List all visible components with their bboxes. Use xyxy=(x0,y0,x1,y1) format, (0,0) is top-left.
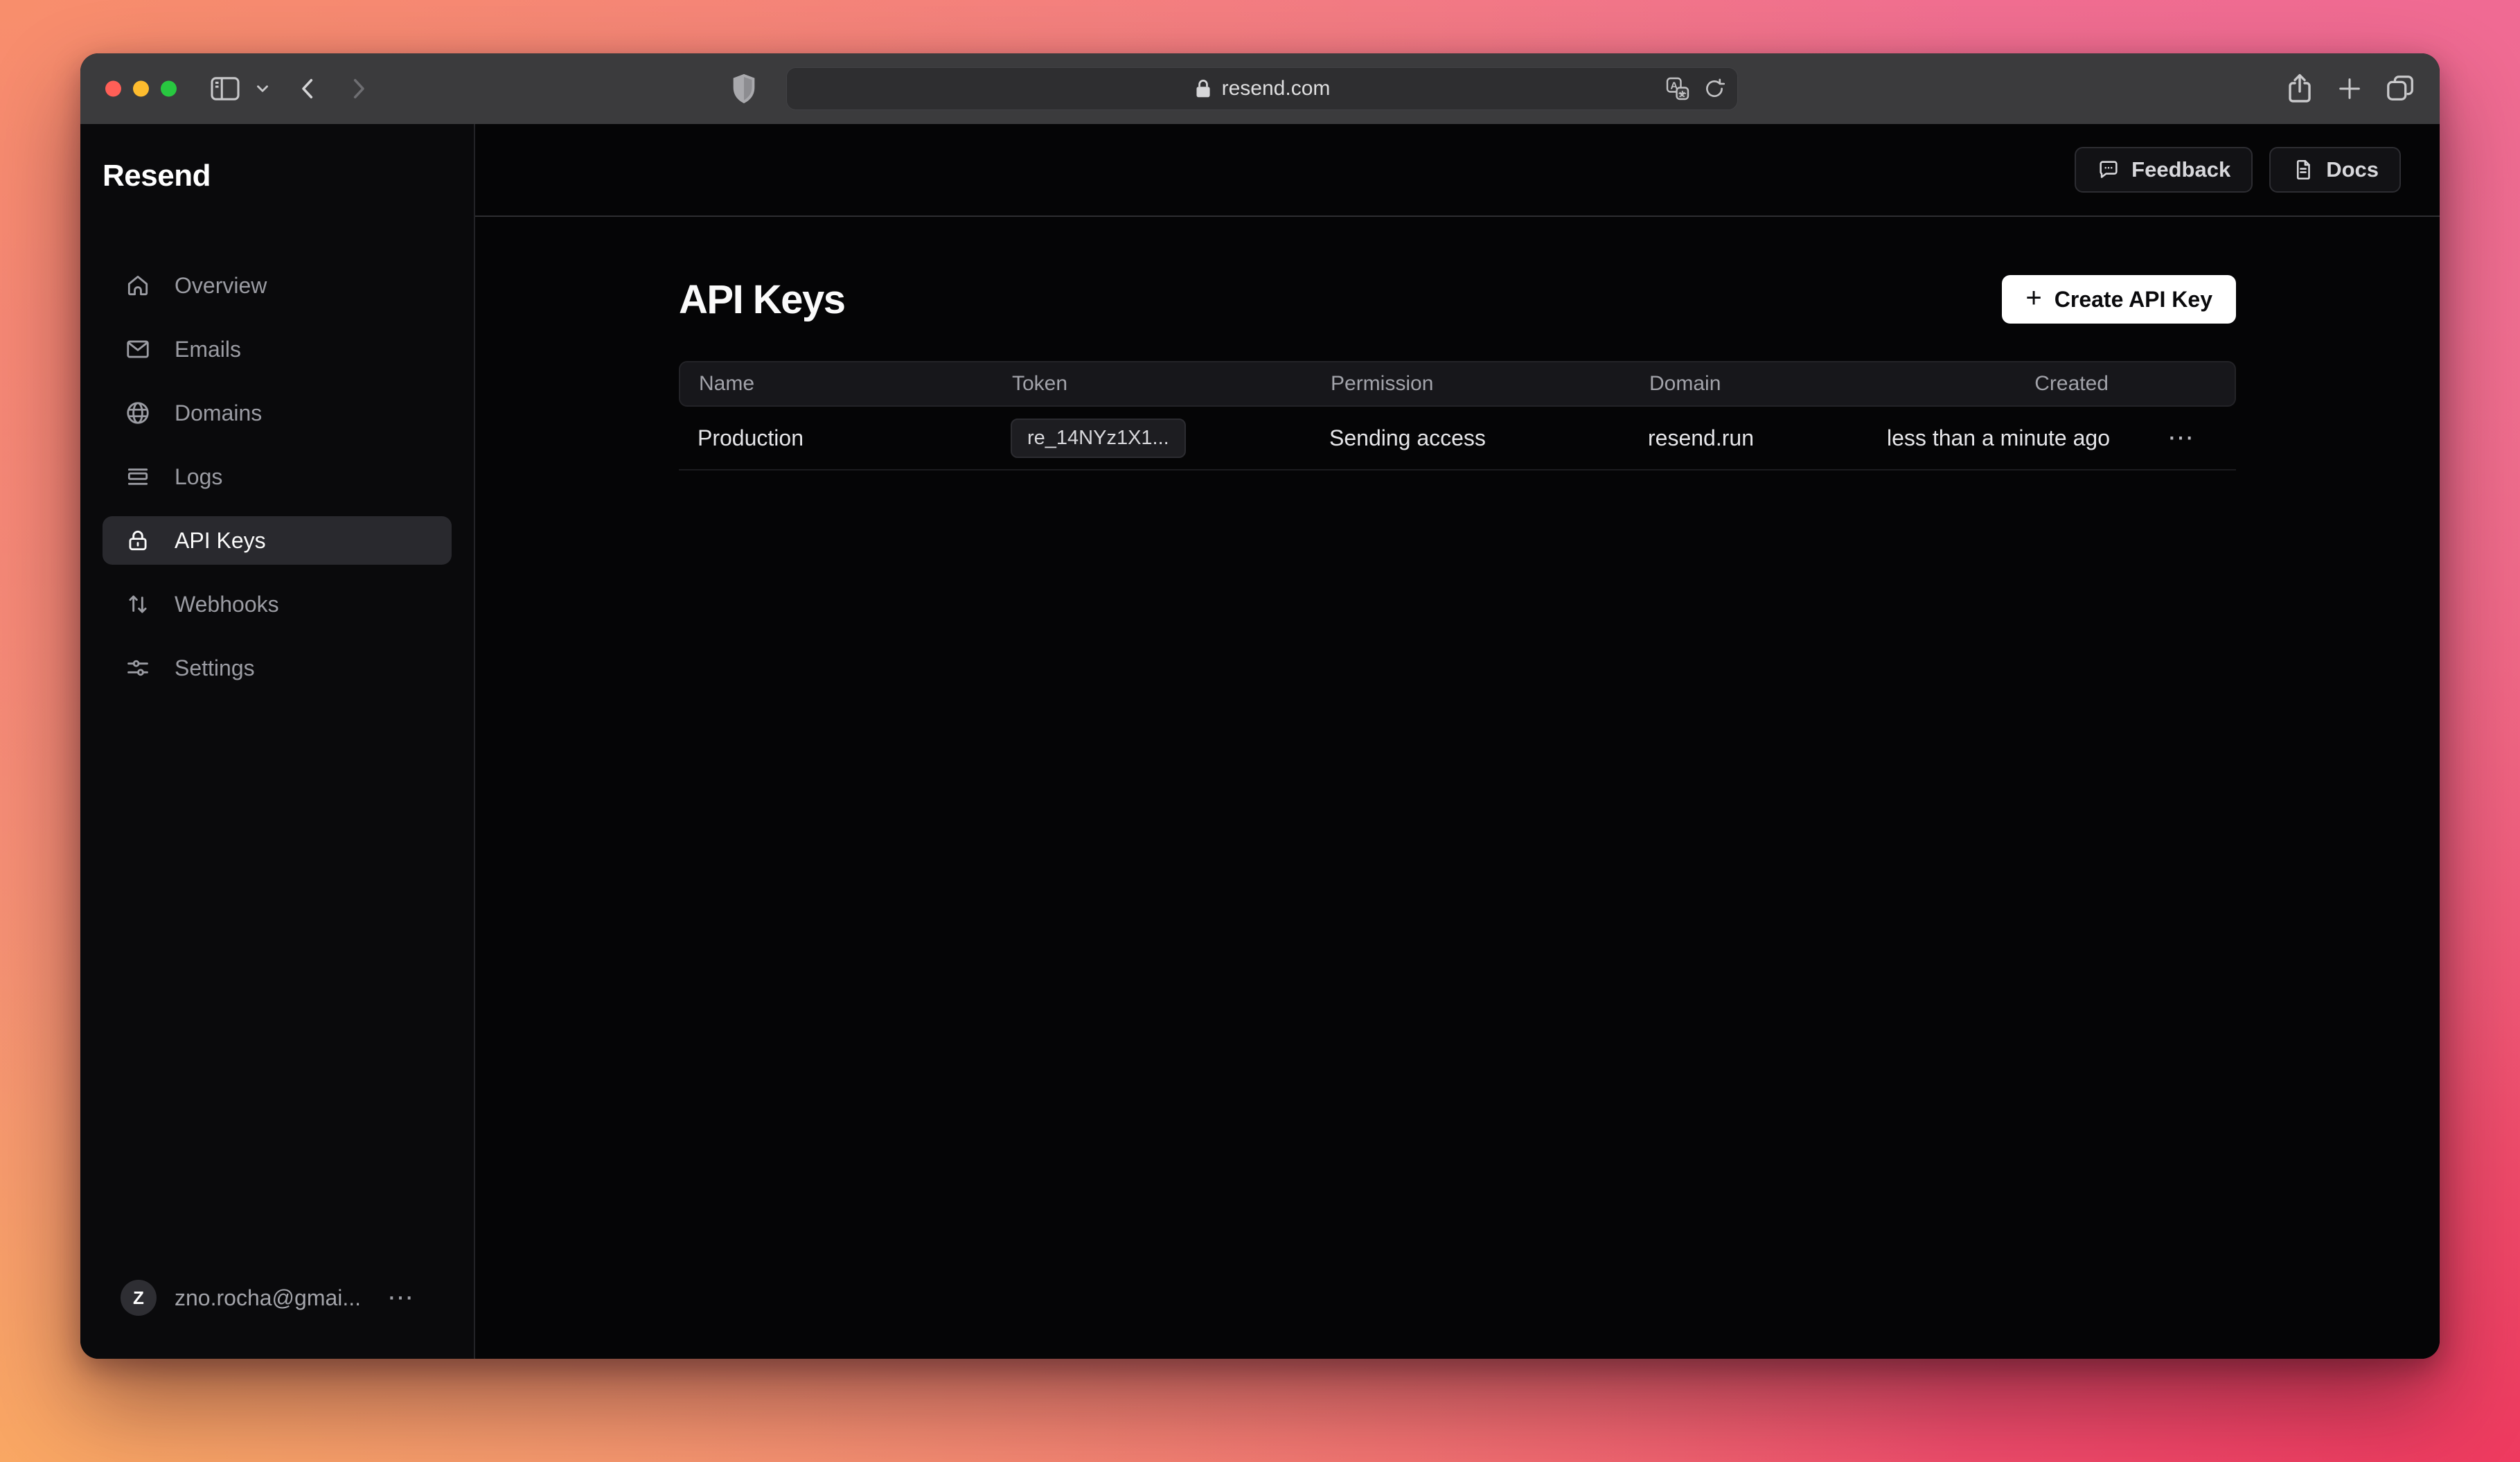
sidebar-item-label: Settings xyxy=(175,655,255,681)
page-title: API Keys xyxy=(679,276,844,323)
docs-button[interactable]: Docs xyxy=(2269,147,2401,193)
table-row: Production re_14NYz1X1... Sending access… xyxy=(679,407,2236,470)
url-text: resend.com xyxy=(1222,77,1331,100)
sidebar-item-domains[interactable]: Domains xyxy=(103,389,452,437)
sidebar-item-label: Webhooks xyxy=(175,592,279,617)
app-shell: Resend Overview Emails xyxy=(80,124,2440,1359)
mail-icon xyxy=(125,336,151,362)
page-content: API Keys + Create API Key Name Token Per… xyxy=(475,217,2440,1359)
api-key-token-chip[interactable]: re_14NYz1X1... xyxy=(1011,419,1186,458)
chevron-down-icon[interactable] xyxy=(254,80,272,98)
column-header-name: Name xyxy=(680,372,1012,396)
traffic-lights xyxy=(105,81,177,97)
avatar: Z xyxy=(121,1280,157,1316)
column-header-domain: Domain xyxy=(1649,372,1858,396)
user-menu-ellipsis-icon[interactable]: ⋯ xyxy=(387,1285,414,1311)
main-area: Feedback Docs API Keys + Create API Key xyxy=(475,124,2440,1359)
lock-icon xyxy=(125,527,151,554)
logs-icon xyxy=(125,464,151,490)
table-header-row: Name Token Permission Domain Created xyxy=(679,361,2236,407)
feedback-bubble-icon xyxy=(2097,158,2120,182)
column-header-permission: Permission xyxy=(1331,372,1649,396)
sidebar-item-label: Emails xyxy=(175,337,241,362)
resend-logo: Resend xyxy=(103,159,452,193)
create-api-key-button[interactable]: + Create API Key xyxy=(2002,275,2236,324)
browser-toolbar: resend.com A xyxy=(80,53,2440,124)
user-email: zno.rocha@gmai... xyxy=(175,1285,361,1311)
new-tab-icon[interactable] xyxy=(2336,75,2363,103)
create-api-key-label: Create API Key xyxy=(2055,287,2212,312)
docs-label: Docs xyxy=(2326,157,2379,182)
api-key-domain: resend.run xyxy=(1648,425,1856,451)
sidebar-item-emails[interactable]: Emails xyxy=(103,325,452,373)
sidebar-item-label: Domains xyxy=(175,400,262,426)
sidebar-item-label: Logs xyxy=(175,464,222,490)
user-account-row[interactable]: Z zno.rocha@gmai... ⋯ xyxy=(103,1280,452,1316)
privacy-shield-icon[interactable] xyxy=(730,73,758,105)
lock-icon xyxy=(1194,78,1212,99)
sidebar-toggle-icon[interactable] xyxy=(209,76,241,102)
close-window-button[interactable] xyxy=(105,81,121,97)
top-header: Feedback Docs xyxy=(475,124,2440,217)
api-key-permission: Sending access xyxy=(1329,425,1648,451)
feedback-button[interactable]: Feedback xyxy=(2075,147,2253,193)
document-icon xyxy=(2291,158,2315,182)
sidebar-item-webhooks[interactable]: Webhooks xyxy=(103,580,452,628)
column-header-created: Created xyxy=(1858,372,2124,396)
sidebar-item-label: Overview xyxy=(175,273,267,299)
sidebar: Resend Overview Emails xyxy=(80,124,475,1359)
api-key-created: less than a minute ago xyxy=(1856,425,2125,451)
sidebar-item-settings[interactable]: Settings xyxy=(103,644,452,692)
plus-icon: + xyxy=(2025,284,2041,312)
feedback-label: Feedback xyxy=(2131,157,2230,182)
reload-icon[interactable] xyxy=(1703,77,1726,100)
column-header-token: Token xyxy=(1012,372,1331,396)
minimize-window-button[interactable] xyxy=(133,81,149,97)
sidebar-item-overview[interactable]: Overview xyxy=(103,261,452,310)
forward-icon[interactable] xyxy=(344,74,373,103)
api-key-name: Production xyxy=(679,425,1011,451)
browser-window: resend.com A xyxy=(80,53,2440,1359)
sidebar-item-api-keys[interactable]: API Keys xyxy=(103,516,452,565)
home-icon xyxy=(125,272,151,299)
globe-icon xyxy=(125,400,151,426)
arrows-up-down-icon xyxy=(125,591,151,617)
share-icon[interactable] xyxy=(2284,72,2315,105)
sidebar-nav: Overview Emails Domains xyxy=(103,261,452,692)
sidebar-item-logs[interactable]: Logs xyxy=(103,452,452,501)
back-icon[interactable] xyxy=(294,74,323,103)
url-bar[interactable]: resend.com A xyxy=(786,67,1738,110)
tab-overview-icon[interactable] xyxy=(2384,73,2416,104)
row-menu-ellipsis-icon[interactable]: ⋯ xyxy=(2167,423,2194,452)
translate-icon[interactable]: A xyxy=(1665,76,1690,101)
sliders-icon xyxy=(125,655,151,681)
zoom-window-button[interactable] xyxy=(161,81,177,97)
sidebar-item-label: API Keys xyxy=(175,528,266,554)
api-keys-table: Name Token Permission Domain Created Pro… xyxy=(679,361,2236,470)
